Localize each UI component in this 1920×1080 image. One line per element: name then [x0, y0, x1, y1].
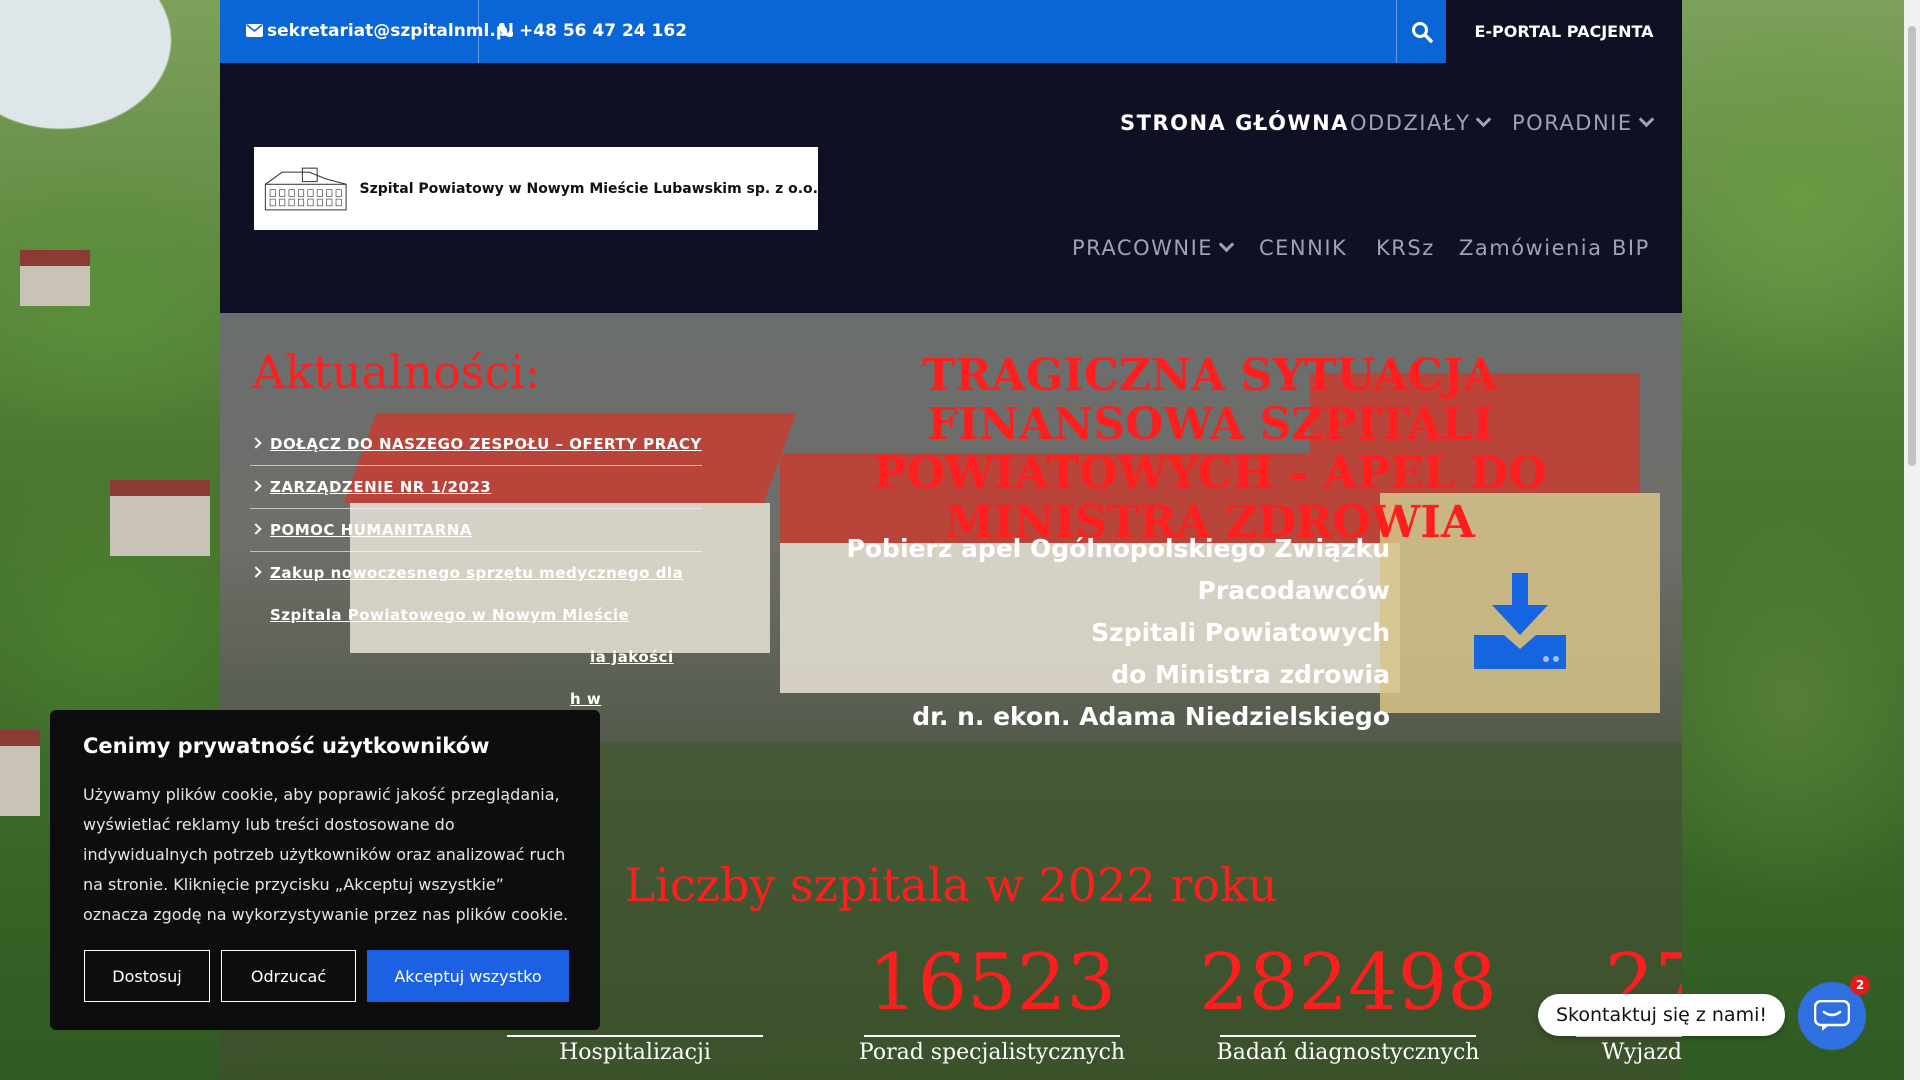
- phone-icon: [499, 23, 513, 37]
- news-item: ZARZĄDZENIE NR 1/2023: [250, 466, 702, 509]
- email-link[interactable]: sekretariat@szpitalnml.pl: [246, 0, 514, 63]
- search-icon: [1412, 21, 1433, 43]
- news-item: ia jakości: [250, 636, 702, 678]
- appeal-text[interactable]: Pobierz apel Ogólnopolskiego Związku Pra…: [660, 528, 1390, 738]
- news-item: DOŁĄCZ DO NASZEGO ZESPOŁU – OFERTY PRACY: [250, 423, 702, 466]
- chevron-down-icon: [1638, 111, 1654, 128]
- nav-bip[interactable]: BIP: [1612, 236, 1650, 260]
- phone-text: +48 56 47 24 162: [519, 21, 688, 41]
- stat-value: 282498: [1199, 938, 1497, 1028]
- chevron-right-icon: [250, 523, 262, 535]
- news-heading: Aktualności:: [252, 345, 541, 399]
- appeal-line: dr. n. ekon. Adama Niedzielskiego: [912, 702, 1390, 731]
- page-scrollbar[interactable]: [1904, 0, 1920, 1080]
- customize-button[interactable]: Dostosuj: [84, 950, 210, 1002]
- nav-label: KRSz: [1376, 236, 1435, 260]
- envelope-icon: [246, 24, 263, 37]
- nav-labs[interactable]: PRACOWNIE: [1072, 236, 1235, 260]
- appeal-line: Szpitali Powiatowych: [1091, 618, 1390, 647]
- top-bar: sekretariat@szpitalnml.pl +48 56 47 24 1…: [220, 0, 1682, 63]
- stat-label: Wyjazdów karetek: [1601, 1040, 1682, 1065]
- nav-label: BIP: [1612, 236, 1650, 260]
- news-link[interactable]: DOŁĄCZ DO NASZEGO ZESPOŁU – OFERTY PRACY: [270, 423, 702, 465]
- news-list: DOŁĄCZ DO NASZEGO ZESPOŁU – OFERTY PRACY…: [250, 423, 702, 720]
- chat-prompt[interactable]: Skontaktuj się z nami!: [1538, 994, 1785, 1036]
- stat-value: 16523: [867, 938, 1117, 1028]
- stat-label: Badań diagnostycznych: [1216, 1040, 1480, 1065]
- stat-label: Porad specjalistycznych: [858, 1040, 1126, 1065]
- nav-label: Zamówienia: [1459, 236, 1603, 260]
- nav-label: CENNIK: [1259, 236, 1348, 260]
- nav-clinics[interactable]: PORADNIE: [1512, 111, 1654, 135]
- nav-orders[interactable]: Zamówienia: [1459, 236, 1603, 260]
- news-link[interactable]: Zakup nowoczesnego sprzętu medycznego dl…: [270, 552, 702, 636]
- phone-link[interactable]: +48 56 47 24 162: [498, 0, 687, 63]
- appeal-headline[interactable]: TRAGICZNA SYTUACJA FINANSOWA SZPITALI PO…: [760, 351, 1660, 547]
- background-building: [20, 250, 90, 306]
- stat-underline: [1220, 1035, 1476, 1037]
- appeal-line: Pobierz apel Ogólnopolskiego Związku Pra…: [846, 534, 1390, 605]
- download-icon[interactable]: [1470, 573, 1570, 673]
- scrollbar-thumb[interactable]: [1908, 26, 1916, 466]
- hospital-logo[interactable]: Szpital Powiatowy w Nowym Mieście Lubaws…: [254, 147, 818, 230]
- chevron-right-icon: [250, 566, 262, 578]
- reject-button[interactable]: Odrzucać: [221, 950, 356, 1002]
- search-button[interactable]: [1396, 0, 1447, 63]
- news-link[interactable]: ZARZĄDZENIE NR 1/2023: [270, 466, 702, 508]
- news-item: POMOC HUMANITARNA: [250, 509, 702, 552]
- nav-pricing[interactable]: CENNIK: [1259, 236, 1347, 260]
- site-header: Szpital Powiatowy w Nowym Mieście Lubaws…: [220, 63, 1682, 313]
- cookie-title: Cenimy prywatność użytkowników: [83, 734, 490, 758]
- chevron-down-icon: [1476, 111, 1492, 128]
- chevron-right-icon: [250, 480, 262, 492]
- background-building: [110, 480, 210, 556]
- chat-notification-badge: 2: [1850, 975, 1870, 995]
- chat-icon: [1814, 1000, 1850, 1031]
- cookie-text: Używamy plików cookie, aby poprawić jako…: [83, 785, 569, 924]
- news-item: Zakup nowoczesnego sprzętu medycznego dl…: [250, 552, 702, 636]
- background-building: [0, 730, 40, 816]
- email-text: sekretariat@szpitalnml.pl: [267, 21, 514, 41]
- nav-label: STRONA GŁÓWNA: [1120, 111, 1349, 135]
- chevron-down-icon: [1218, 236, 1235, 253]
- stat-underline: [864, 1035, 1120, 1037]
- hospital-drawing-icon: [264, 167, 347, 210]
- logo-text: Szpital Powiatowy w Nowym Mieście Lubaws…: [359, 180, 819, 197]
- nav-home[interactable]: STRONA GŁÓWNA: [1120, 111, 1349, 135]
- news-link[interactable]: POMOC HUMANITARNA: [270, 509, 702, 551]
- chevron-right-icon: [250, 437, 262, 449]
- nav-krsz[interactable]: KRSz: [1376, 236, 1435, 260]
- patient-portal-button[interactable]: E-PORTAL PACJENTA: [1446, 0, 1682, 63]
- nav-label: ODDZIAŁY: [1350, 111, 1471, 135]
- nav-label: PRACOWNIE: [1072, 236, 1214, 260]
- accept-all-button[interactable]: Akceptuj wszystko: [367, 950, 569, 1002]
- stat-label: Hospitalizacji: [559, 1040, 711, 1065]
- cookie-consent-banner: Cenimy prywatność użytkowników Używamy p…: [50, 710, 600, 1030]
- appeal-line: do Ministra zdrowia: [1111, 660, 1390, 689]
- nav-departments[interactable]: ODDZIAŁY: [1350, 111, 1492, 135]
- nav-label: PORADNIE: [1512, 111, 1633, 135]
- divider: [478, 0, 479, 63]
- stat-underline: [507, 1035, 763, 1037]
